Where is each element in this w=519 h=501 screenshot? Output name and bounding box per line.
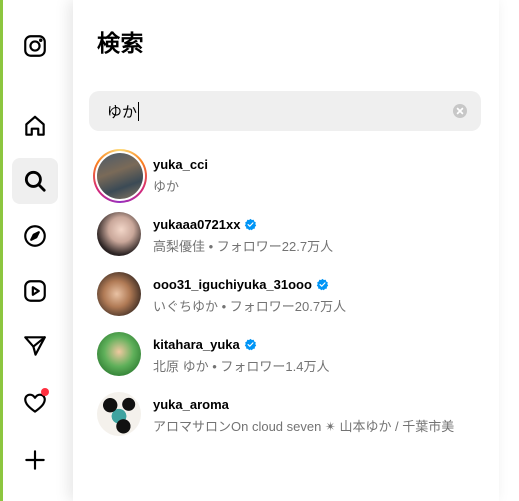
result-username: kitahara_yuka	[153, 337, 240, 352]
search-icon	[24, 170, 46, 192]
nav-explore[interactable]	[12, 213, 58, 259]
result-username: yuka_cci	[153, 157, 208, 172]
verified-badge-icon	[245, 218, 257, 231]
search-result[interactable]: kitahara_yuka 北原 ゆか • フォロワー1.4万人	[73, 327, 499, 387]
nav-notifications[interactable]	[12, 380, 58, 426]
search-panel: 検索 ゆか yuka_cci ゆか yukaaa0721xx 高梨優佳 • フォ…	[73, 0, 499, 501]
close-icon	[456, 107, 464, 115]
sidebar	[3, 0, 73, 501]
clear-search-button[interactable]	[453, 104, 467, 118]
search-result[interactable]: yuka_aroma アロマサロンOn cloud seven ✴ 山本ゆか /…	[73, 387, 499, 447]
result-subtitle: いぐちゆか • フォロワー20.7万人	[153, 299, 347, 314]
search-result[interactable]: ooo31_iguchiyuka_31ooo いぐちゆか • フォロワー20.7…	[73, 267, 499, 327]
avatar	[97, 332, 141, 376]
search-input[interactable]: ゆか	[89, 91, 481, 131]
send-icon	[24, 336, 46, 356]
nav-home[interactable]	[12, 103, 58, 149]
search-result[interactable]: yuka_cci ゆか	[73, 147, 499, 207]
result-subtitle: ゆか	[153, 179, 180, 194]
avatar	[97, 392, 141, 436]
search-query: ゆか	[107, 103, 138, 121]
nav-messages[interactable]	[12, 323, 58, 369]
nav-create[interactable]	[12, 437, 58, 483]
search-result[interactable]: yukaaa0721xx 高梨優佳 • フォロワー22.7万人	[73, 207, 499, 267]
nav-search[interactable]	[12, 158, 58, 204]
nav-reels[interactable]	[12, 268, 58, 314]
result-subtitle: 北原 ゆか • フォロワー1.4万人	[153, 359, 330, 374]
result-subtitle: アロマサロンOn cloud seven ✴ 山本ゆか / 千葉市美	[153, 419, 455, 434]
verified-badge-icon	[244, 338, 256, 351]
avatar	[97, 212, 141, 256]
result-subtitle: 高梨優佳 • フォロワー22.7万人	[153, 239, 334, 254]
verified-badge-icon	[316, 278, 329, 291]
result-username: ooo31_iguchiyuka_31ooo	[153, 277, 312, 292]
instagram-icon	[24, 35, 46, 57]
avatar	[97, 272, 141, 316]
panel-title: 検索	[97, 30, 144, 56]
avatar	[97, 153, 143, 199]
compass-icon	[24, 225, 46, 247]
reels-icon	[24, 280, 46, 302]
result-username: yukaaa0721xx	[153, 217, 241, 232]
home-icon	[25, 115, 45, 136]
instagram-logo[interactable]	[12, 23, 58, 69]
result-username: yuka_aroma	[153, 397, 229, 412]
plus-icon	[25, 450, 45, 470]
notification-dot	[41, 388, 49, 396]
story-ring	[93, 149, 147, 203]
text-caret	[138, 101, 140, 121]
